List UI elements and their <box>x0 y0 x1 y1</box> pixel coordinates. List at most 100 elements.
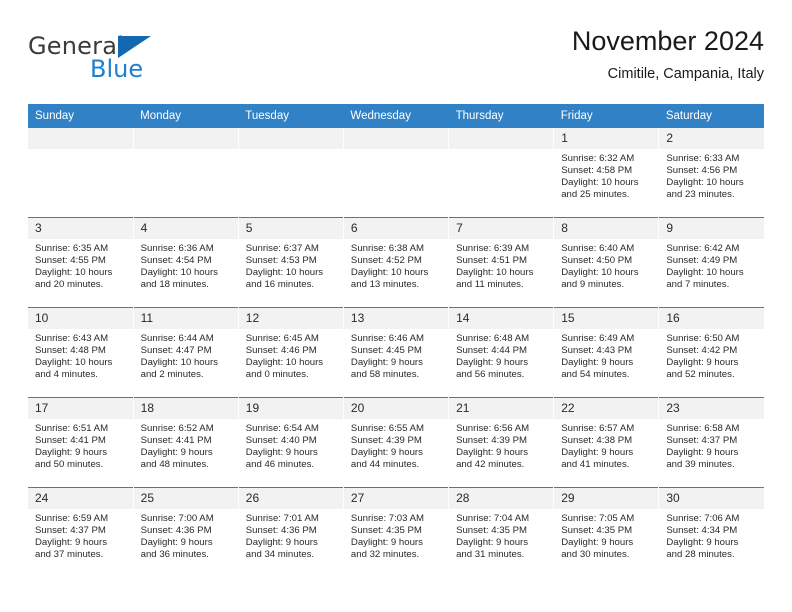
daylight-text-line1: Daylight: 9 hours <box>350 356 423 368</box>
daylight-text-line1: Daylight: 9 hours <box>245 446 318 458</box>
calendar-cell-day[interactable]: 6 Sunrise: 6:38 AM Sunset: 4:52 PM Daylight… <box>342 217 449 308</box>
calendar-cell-day[interactable]: 22 Sunrise: 6:57 AM Sunset: 4:38 PM Dayligh… <box>553 397 659 488</box>
daylight-text-line2: and 46 minutes. <box>245 458 315 470</box>
daylight-text-line2: and 18 minutes. <box>140 278 209 290</box>
day-cell-content <box>28 128 133 217</box>
page-subtitle: Cimitile, Campania, Italy <box>607 66 764 82</box>
daylight-text-line1: Daylight: 9 hours <box>561 536 634 548</box>
calendar-cell-day[interactable]: 7 Sunrise: 6:39 AM Sunset: 4:51 PM Daylight… <box>448 217 554 308</box>
calendar-cell-day[interactable]: 3 Sunrise: 6:35 AM Sunset: 4:55 PM Daylight… <box>28 217 134 308</box>
day-number: 25 <box>133 488 238 509</box>
daylight-text-line1: Daylight: 10 hours <box>666 266 744 278</box>
sun-info: Sunrise: 6:38 AM Sunset: 4:52 PM Daylight:… <box>344 239 448 291</box>
calendar-week-row: 10 Sunrise: 6:43 AM Sunset: 4:48 PM Dayligh… <box>28 307 764 398</box>
calendar-cell-day[interactable]: 15 Sunrise: 6:49 AM Sunset: 4:43 PM Dayligh… <box>553 307 659 398</box>
sun-info: Sunrise: 7:00 AM Sunset: 4:36 PM Daylight:… <box>134 509 238 561</box>
sunrise-text: Sunrise: 6:56 AM <box>456 423 530 434</box>
daylight-text-line1: Daylight: 9 hours <box>35 446 107 458</box>
weekday-header-monday: Monday <box>133 104 239 128</box>
calendar-cell-day[interactable]: 16 Sunrise: 6:50 AM Sunset: 4:42 PM Dayligh… <box>658 307 764 398</box>
sun-info: Sunrise: 6:40 AM Sunset: 4:50 PM Daylight:… <box>554 239 658 291</box>
sun-info: Sunrise: 6:50 AM Sunset: 4:42 PM Daylight:… <box>659 329 764 381</box>
calendar-cell-empty <box>132 127 239 218</box>
daylight-text-line2: and 13 minutes. <box>350 278 420 290</box>
calendar-cell-day[interactable]: 10 Sunrise: 6:43 AM Sunset: 4:48 PM Dayligh… <box>28 307 134 398</box>
day-cell-content: 27 Sunrise: 7:03 AM Sunset: 4:35 PM Dayligh… <box>343 488 449 577</box>
day-cell-content: 16 Sunrise: 6:50 AM Sunset: 4:42 PM Dayligh… <box>659 308 764 397</box>
calendar-cell-day[interactable]: 8 Sunrise: 6:40 AM Sunset: 4:50 PM Daylight… <box>553 217 659 308</box>
day-cell-content: 28 Sunrise: 7:04 AM Sunset: 4:35 PM Dayligh… <box>449 488 554 577</box>
calendar-cell-day[interactable]: 25 Sunrise: 7:00 AM Sunset: 4:36 PM Dayligh… <box>132 487 239 577</box>
calendar-cell-day[interactable]: 26 Sunrise: 7:01 AM Sunset: 4:36 PM Dayligh… <box>237 487 344 577</box>
sunset-text: Sunset: 4:36 PM <box>245 524 317 536</box>
day-number: 27 <box>343 488 449 509</box>
daylight-text-line1: Daylight: 10 hours <box>350 266 429 278</box>
sunrise-text: Sunrise: 6:40 AM <box>561 243 635 254</box>
day-cell-content: 21 Sunrise: 6:56 AM Sunset: 4:39 PM Dayligh… <box>449 398 554 487</box>
sun-info: Sunrise: 6:45 AM Sunset: 4:46 PM Daylight:… <box>239 329 343 381</box>
day-number: 30 <box>659 488 764 509</box>
daylight-text-line2: and 9 minutes. <box>561 278 625 290</box>
calendar-cell-day[interactable]: 29 Sunrise: 7:05 AM Sunset: 4:35 PM Dayligh… <box>553 487 659 577</box>
daylight-text-line1: Daylight: 9 hours <box>350 536 423 548</box>
sun-info: Sunrise: 6:57 AM Sunset: 4:38 PM Daylight:… <box>554 419 658 471</box>
daylight-text-line1: Daylight: 10 hours <box>245 266 324 278</box>
calendar-cell-day[interactable]: 5 Sunrise: 6:37 AM Sunset: 4:53 PM Daylight… <box>237 217 344 308</box>
day-cell-content: 19 Sunrise: 6:54 AM Sunset: 4:40 PM Dayligh… <box>238 398 343 487</box>
calendar-cell-day[interactable]: 9 Sunrise: 6:42 AM Sunset: 4:49 PM Daylight… <box>658 217 764 308</box>
calendar-cell-day[interactable]: 28 Sunrise: 7:04 AM Sunset: 4:35 PM Dayligh… <box>448 487 554 577</box>
sunset-text: Sunset: 4:34 PM <box>666 524 738 536</box>
sun-info: Sunrise: 6:43 AM Sunset: 4:48 PM Daylight:… <box>28 329 133 381</box>
calendar-cell-day[interactable]: 1 Sunrise: 6:32 AM Sunset: 4:58 PM Daylight… <box>553 127 659 218</box>
calendar-cell-day[interactable]: 20 Sunrise: 6:55 AM Sunset: 4:39 PM Dayligh… <box>342 397 449 488</box>
sunrise-text: Sunrise: 6:42 AM <box>666 243 740 254</box>
day-number <box>449 128 554 149</box>
calendar-cell-day[interactable]: 27 Sunrise: 7:03 AM Sunset: 4:35 PM Dayligh… <box>342 487 449 577</box>
calendar-cell-day[interactable]: 13 Sunrise: 6:46 AM Sunset: 4:45 PM Dayligh… <box>342 307 449 398</box>
sunrise-text: Sunrise: 6:49 AM <box>561 333 635 344</box>
sunset-text: Sunset: 4:56 PM <box>666 164 738 176</box>
calendar-cell-day[interactable]: 30 Sunrise: 7:06 AM Sunset: 4:34 PM Dayligh… <box>658 487 764 577</box>
calendar-cell-day[interactable]: 2 Sunrise: 6:33 AM Sunset: 4:56 PM Daylight… <box>658 127 764 218</box>
daylight-text-line2: and 41 minutes. <box>561 458 630 470</box>
sunrise-text: Sunrise: 6:37 AM <box>245 243 319 254</box>
sunrise-text: Sunrise: 7:01 AM <box>245 513 319 524</box>
sunrise-text: Sunrise: 6:38 AM <box>350 243 424 254</box>
calendar-cell-day[interactable]: 17 Sunrise: 6:51 AM Sunset: 4:41 PM Dayligh… <box>28 397 134 488</box>
calendar-cell-day[interactable]: 14 Sunrise: 6:48 AM Sunset: 4:44 PM Dayligh… <box>448 307 554 398</box>
calendar-cell-day[interactable]: 23 Sunrise: 6:58 AM Sunset: 4:37 PM Dayligh… <box>658 397 764 488</box>
calendar-cell-day[interactable]: 4 Sunrise: 6:36 AM Sunset: 4:54 PM Daylight… <box>132 217 239 308</box>
daylight-text-line2: and 23 minutes. <box>666 188 735 200</box>
calendar-cell-day[interactable]: 11 Sunrise: 6:44 AM Sunset: 4:47 PM Dayligh… <box>132 307 239 398</box>
day-cell-content <box>449 128 554 217</box>
calendar-cell-day[interactable]: 19 Sunrise: 6:54 AM Sunset: 4:40 PM Dayligh… <box>237 397 344 488</box>
daylight-text-line1: Daylight: 9 hours <box>456 446 529 458</box>
calendar-cell-day[interactable]: 21 Sunrise: 6:56 AM Sunset: 4:39 PM Dayligh… <box>448 397 554 488</box>
sunset-text: Sunset: 4:35 PM <box>350 524 422 536</box>
sunset-text: Sunset: 4:35 PM <box>456 524 527 536</box>
daylight-text-line1: Daylight: 9 hours <box>245 536 318 548</box>
sunrise-text: Sunrise: 6:46 AM <box>350 333 424 344</box>
sunset-text: Sunset: 4:45 PM <box>350 344 422 356</box>
calendar-cell-day[interactable]: 24 Sunrise: 6:59 AM Sunset: 4:37 PM Dayligh… <box>28 487 134 577</box>
daylight-text-line2: and 4 minutes. <box>35 368 98 380</box>
day-number: 8 <box>554 218 659 239</box>
calendar-cell-day[interactable]: 12 Sunrise: 6:45 AM Sunset: 4:46 PM Dayligh… <box>237 307 344 398</box>
daylight-text-line2: and 54 minutes. <box>561 368 630 380</box>
day-number: 28 <box>449 488 554 509</box>
daylight-text-line2: and 11 minutes. <box>456 278 524 290</box>
daylight-text-line2: and 52 minutes. <box>666 368 735 380</box>
sunrise-text: Sunrise: 6:58 AM <box>666 423 740 434</box>
day-number: 17 <box>28 398 133 419</box>
calendar-cell-day[interactable]: 18 Sunrise: 6:52 AM Sunset: 4:41 PM Dayligh… <box>132 397 239 488</box>
day-cell-content: 6 Sunrise: 6:38 AM Sunset: 4:52 PM Daylight… <box>343 218 449 307</box>
sun-info: Sunrise: 6:33 AM Sunset: 4:56 PM Daylight:… <box>659 149 764 201</box>
sunset-text: Sunset: 4:42 PM <box>666 344 738 356</box>
calendar-cell-empty <box>342 127 449 218</box>
day-number <box>238 128 343 149</box>
general-blue-logo[interactable]: General Blue <box>28 32 288 88</box>
day-number: 11 <box>133 308 238 329</box>
sunset-text: Sunset: 4:55 PM <box>35 254 106 266</box>
day-number <box>343 128 449 149</box>
sunrise-text: Sunrise: 6:51 AM <box>35 423 109 434</box>
